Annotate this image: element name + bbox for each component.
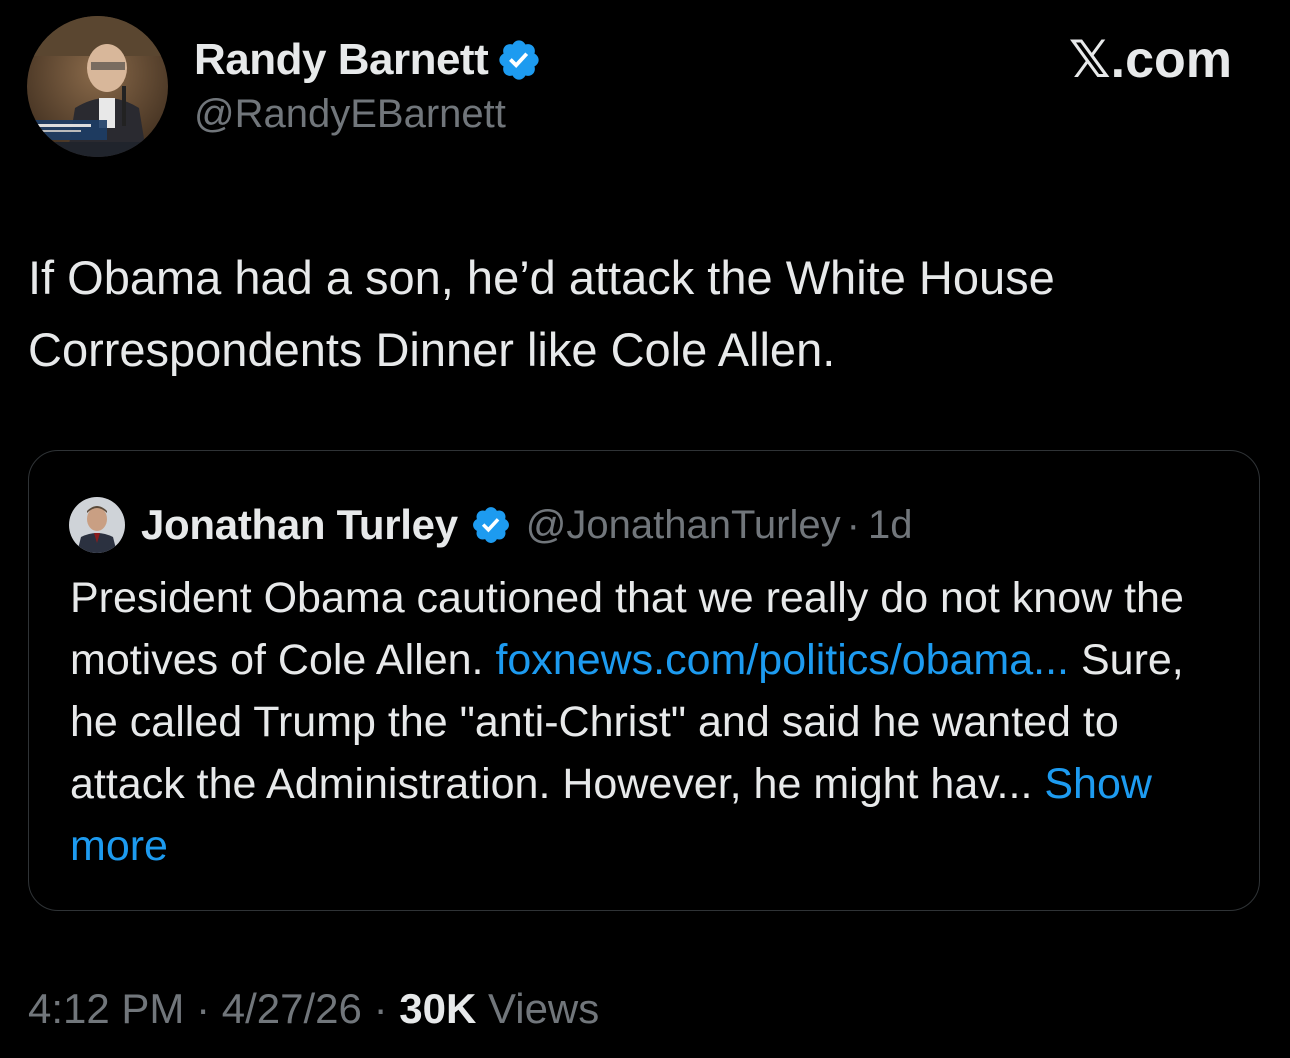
verified-badge-icon xyxy=(472,507,509,543)
quoted-author-name[interactable]: Jonathan Turley xyxy=(141,501,458,549)
avatar-photo-icon xyxy=(69,497,125,553)
quoted-tweet-age[interactable]: 1d xyxy=(868,503,913,548)
tweet-date[interactable]: 4/27/26 xyxy=(222,985,362,1032)
tweet-time[interactable]: 4:12 PM xyxy=(28,985,184,1032)
avatar-photo-icon xyxy=(27,16,168,157)
quoted-tweet-text: President Obama cautioned that we really… xyxy=(70,567,1230,877)
quoted-author-avatar[interactable] xyxy=(69,497,125,553)
views-label: Views xyxy=(487,985,600,1032)
author-avatar[interactable] xyxy=(27,16,168,157)
quoted-author-handle[interactable]: @JonathanTurley xyxy=(526,503,841,548)
quoted-tweet-link[interactable]: foxnews.com/politics/obama... xyxy=(495,636,1069,684)
tweet-text: If Obama had a son, he’d attack the Whit… xyxy=(28,242,1258,386)
separator-dot: · xyxy=(196,985,211,1032)
author-name-row: Randy Barnett xyxy=(194,30,542,90)
quoted-tweet-header: Jonathan Turley @JonathanTurley · 1d xyxy=(69,497,912,553)
separator-dot: · xyxy=(373,985,388,1032)
author-handle[interactable]: @RandyEBarnett xyxy=(194,92,506,137)
separator-dot: · xyxy=(846,502,860,547)
views-count: 30K xyxy=(399,985,477,1032)
quoted-tweet-card[interactable]: Jonathan Turley @JonathanTurley · 1d Pre… xyxy=(28,450,1260,911)
tweet-meta: 4:12 PM · 4/27/26 · 30K Views xyxy=(28,985,599,1033)
tweet-text-line-2: Correspondents Dinner like Cole Allen. xyxy=(28,323,836,376)
author-name[interactable]: Randy Barnett xyxy=(194,35,489,85)
verified-badge-icon xyxy=(499,40,539,80)
tweet-text-line-1: If Obama had a son, he’d attack the Whit… xyxy=(28,251,1055,304)
brand-label: 𝕏.com xyxy=(1068,31,1232,89)
